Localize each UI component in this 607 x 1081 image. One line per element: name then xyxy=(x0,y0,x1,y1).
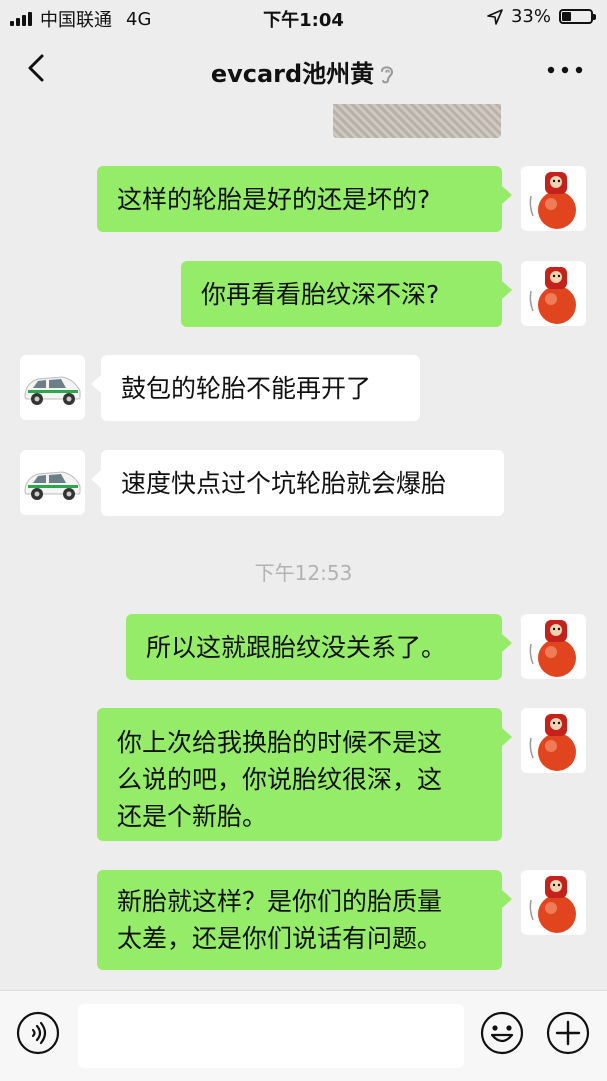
message-bubble-outgoing[interactable]: 你上次给我换胎的时候不是这 么说的吧，你说胎纹很深，这 还是个新胎。 xyxy=(97,708,512,841)
message-bubble-outgoing[interactable]: 新胎就这样？是你们的胎质量 太差，还是你们说话有问题。 xyxy=(97,870,512,970)
message-bubble-outgoing[interactable]: 所以这就跟胎纹没关系了。 xyxy=(126,614,512,680)
message-input[interactable] xyxy=(78,1004,464,1068)
tumbler-avatar-icon xyxy=(529,267,576,324)
message-line: 你上次给我换胎的时候不是这 xyxy=(117,728,443,757)
message-text: 这样的轮胎是好的还是坏的? xyxy=(117,184,431,214)
message-bubble-outgoing[interactable]: 你再看看胎纹深不深? xyxy=(181,261,512,327)
message-bubble-incoming[interactable]: 速度快点过个坑轮胎就会爆胎 xyxy=(91,450,504,516)
car-avatar-icon xyxy=(24,471,81,500)
battery-percent: 33% xyxy=(510,6,551,27)
ellipsis-icon[interactable] xyxy=(545,60,585,80)
tumbler-avatar-icon xyxy=(529,172,576,229)
plus-icon[interactable] xyxy=(546,1011,590,1055)
message-line: 么说的吧，你说胎纹很深，这 xyxy=(117,765,443,794)
message-bubble-incoming[interactable]: 鼓包的轮胎不能再开了 xyxy=(91,355,420,421)
battery-icon xyxy=(559,9,596,24)
message-text: 速度快点过个坑轮胎就会爆胎 xyxy=(121,468,447,498)
image-message-partial[interactable] xyxy=(333,104,501,138)
avatar-self[interactable] xyxy=(521,261,586,326)
status-bar: 中国联通 4G 下午1:04 33% xyxy=(0,0,607,34)
message-text: 所以这就跟胎纹没关系了。 xyxy=(146,632,447,662)
nav-bar: evcard池州黄 xyxy=(0,34,607,104)
voice-icon[interactable] xyxy=(16,1011,60,1055)
message-text: 你再看看胎纹深不深? xyxy=(201,279,440,309)
message-line: 新胎就这样？是你们的胎质量 xyxy=(117,887,443,916)
status-right: 33% xyxy=(487,6,596,27)
location-arrow-icon xyxy=(487,8,503,25)
tumbler-avatar-icon xyxy=(529,876,576,933)
chat-title: evcard池州黄 xyxy=(0,54,607,89)
tumbler-avatar-icon xyxy=(529,714,576,771)
input-bar xyxy=(0,990,607,1081)
message-text: 鼓包的轮胎不能再开了 xyxy=(121,373,372,403)
message-line: 还是个新胎。 xyxy=(117,802,268,831)
ear-mode-icon xyxy=(381,66,394,84)
avatar-contact[interactable] xyxy=(20,450,85,515)
car-avatar-icon xyxy=(24,376,81,405)
avatar-contact[interactable] xyxy=(20,355,85,420)
emoji-icon[interactable] xyxy=(480,1011,524,1055)
tumbler-avatar-icon xyxy=(529,620,576,677)
chat-title-text: evcard池州黄 xyxy=(210,60,375,88)
chat-timestamp: 下午12:53 xyxy=(254,561,353,585)
avatar-self[interactable] xyxy=(521,166,586,231)
avatar-self[interactable] xyxy=(521,708,586,773)
avatar-self[interactable] xyxy=(521,870,586,935)
avatar-self[interactable] xyxy=(521,614,586,679)
message-line: 太差，还是你们说话有问题。 xyxy=(117,924,443,953)
message-bubble-outgoing[interactable]: 这样的轮胎是好的还是坏的? xyxy=(97,166,512,232)
battery-level xyxy=(562,12,571,21)
